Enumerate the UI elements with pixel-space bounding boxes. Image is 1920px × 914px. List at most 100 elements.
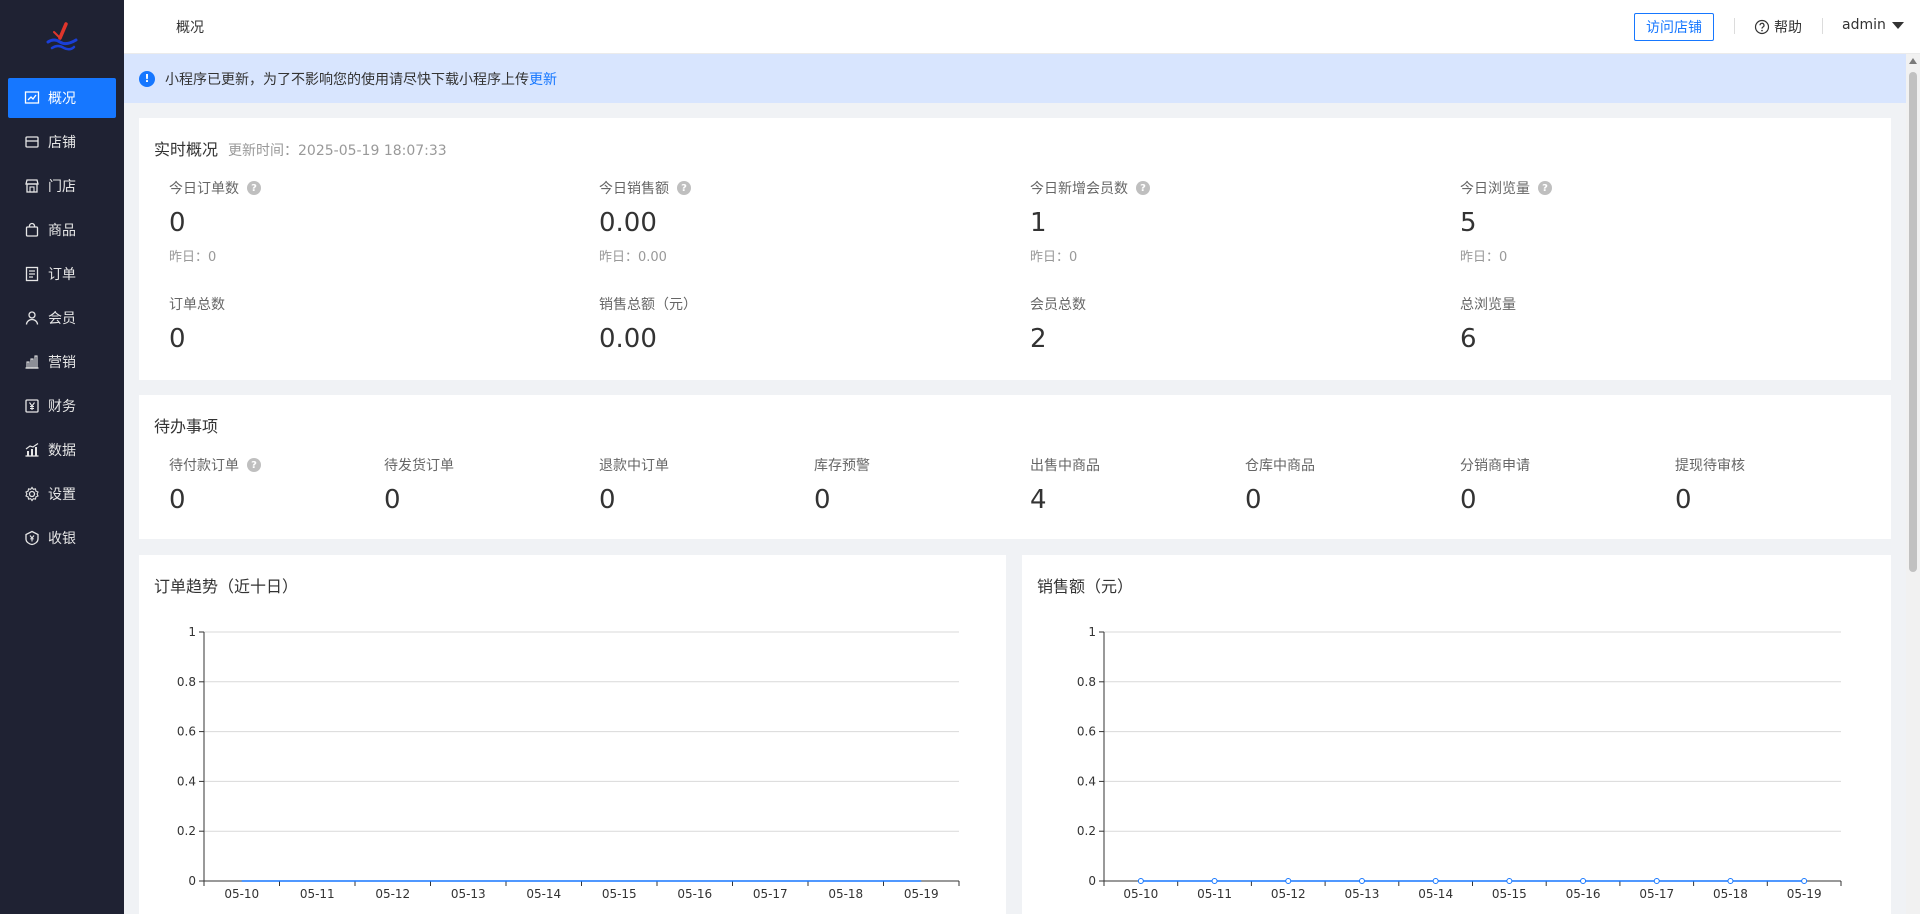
stat-label: 总浏览量 [1460, 297, 1516, 313]
y-tick-label: 0.4 [177, 774, 196, 788]
x-tick-label: 05-19 [1787, 887, 1822, 901]
sidebar-item-label: 设置 [48, 487, 76, 503]
x-tick-label: 05-18 [828, 887, 863, 901]
order-trend-chart: 0 0.2 0.4 0.6 0.8 1 05-10 05-11 05-12 05-13 05-14 0… [177, 625, 960, 901]
realtime-overview-card: 实时概况 更新时间：2025-05-19 18:07:33 今日订单数? 0 昨日… [139, 118, 1891, 380]
todo-value: 0 [384, 485, 401, 515]
user-name: admin [1842, 17, 1886, 33]
question-icon[interactable]: ? [1136, 181, 1150, 195]
sidebar-item-label: 财务 [48, 399, 76, 415]
todo-distributor-apply[interactable]: 分销商申请 0 [1460, 455, 1530, 515]
todo-in-warehouse[interactable]: 仓库中商品 0 [1245, 455, 1315, 515]
stat-value: 5 [1460, 208, 1477, 238]
sidebar-item-marketing[interactable]: 营销 [8, 342, 116, 382]
x-tick-label: 05-19 [904, 887, 939, 901]
x-tick-label: 05-10 [1123, 887, 1158, 901]
sidebar-item-shop-front[interactable]: 门店 [8, 166, 116, 206]
stat-label: 今日订单数 [169, 181, 239, 197]
todo-on-sale[interactable]: 出售中商品 4 [1030, 455, 1100, 515]
info-icon: ! [139, 70, 155, 87]
todo-label: 库存预警 [814, 458, 870, 474]
x-tick-label: 05-15 [1492, 887, 1527, 901]
todo-value: 0 [1460, 485, 1477, 515]
todo-withdraw-review[interactable]: 提现待审核 0 [1675, 455, 1745, 515]
sidebar-item-finance[interactable]: 财务 [8, 386, 116, 426]
sidebar-item-overview[interactable]: 概况 [8, 78, 116, 118]
todo-label: 分销商申请 [1460, 458, 1530, 474]
data-point [1358, 878, 1365, 884]
sidebar-item-label: 店铺 [48, 135, 76, 151]
caret-down-icon [1891, 21, 1904, 29]
sidebar-item-label: 商品 [48, 223, 76, 239]
sidebar-item-data[interactable]: 数据 [8, 430, 116, 470]
question-icon[interactable]: ? [247, 181, 261, 195]
data-point [1727, 878, 1734, 884]
brand-logo [44, 22, 80, 54]
todo-stock-warning[interactable]: 库存预警 0 [814, 455, 870, 515]
todo-pending-payment[interactable]: 待付款订单? 0 [169, 455, 261, 515]
sales-chart-card: 销售额（元） 0 0.2 0.4 0.6 0.8 1 05-10 05-11 05-12 05-1… [1022, 555, 1891, 914]
x-tick-label: 05-18 [1713, 887, 1748, 901]
stat-total-views: 总浏览量 6 [1460, 294, 1516, 354]
todo-label: 仓库中商品 [1245, 458, 1315, 474]
scroll-thumb[interactable] [1909, 72, 1917, 572]
sidebar-item-orders[interactable]: 订单 [8, 254, 116, 294]
todo-label: 退款中订单 [599, 458, 669, 474]
y-tick-label: 0 [1088, 874, 1096, 888]
x-tick-label: 05-17 [1639, 887, 1674, 901]
data-point [1653, 878, 1660, 884]
y-tick-label: 1 [1088, 625, 1096, 639]
sidebar-item-cashier[interactable]: 收银 [8, 518, 116, 558]
order-list-icon [24, 266, 40, 282]
sidebar-item-products[interactable]: 商品 [8, 210, 116, 250]
stat-value: 6 [1460, 324, 1477, 354]
question-icon[interactable]: ? [1538, 181, 1552, 195]
y-tick-label: 0 [188, 874, 196, 888]
stat-today-sales: 今日销售额? 0.00 昨日：0.00 [599, 178, 691, 265]
sales-chart: 0 0.2 0.4 0.6 0.8 1 05-10 05-11 05-12 05-13 05-14 0… [1077, 625, 1842, 901]
yuan-icon [24, 398, 40, 414]
todo-card: 待办事项 待付款订单? 0 待发货订单 0 退款中订单 0 库存预警 0 出售中… [139, 395, 1891, 539]
update-time: 更新时间：2025-05-19 18:07:33 [228, 143, 447, 159]
question-circle-icon [1754, 19, 1770, 35]
todo-value: 0 [814, 485, 831, 515]
question-icon[interactable]: ? [247, 458, 261, 472]
todo-refunding[interactable]: 退款中订单 0 [599, 455, 669, 515]
question-icon[interactable]: ? [677, 181, 691, 195]
cashier-icon [24, 530, 40, 546]
x-tick-label: 05-17 [753, 887, 788, 901]
x-tick-label: 05-14 [1418, 887, 1453, 901]
todo-pending-shipment[interactable]: 待发货订单 0 [384, 455, 454, 515]
sidebar-item-label: 收银 [48, 531, 76, 547]
sidebar-item-members[interactable]: 会员 [8, 298, 116, 338]
order-trend-card: 订单趋势（近十日） 0 0.2 0.4 0.6 0.8 1 05-10 05-11 05-12 0… [139, 555, 1006, 914]
user-menu[interactable]: admin [1842, 17, 1904, 33]
y-tick-label: 0.6 [177, 725, 196, 739]
stat-label: 今日销售额 [599, 181, 669, 197]
page-title: 概况 [176, 20, 204, 36]
stat-value: 2 [1030, 324, 1047, 354]
stat-label: 销售总额（元） [599, 297, 697, 313]
y-tick-label: 0.6 [1077, 725, 1096, 739]
scroll-up-arrow-icon[interactable] [1909, 58, 1917, 64]
stat-yesterday: 昨日：0 [1460, 250, 1508, 265]
stat-total-orders: 订单总数 0 [169, 294, 225, 354]
stat-value: 0 [169, 208, 186, 238]
stat-today-orders: 今日订单数? 0 昨日：0 [169, 178, 261, 265]
data-point [1432, 878, 1439, 884]
update-link[interactable]: 更新 [529, 69, 557, 89]
sidebar-item-label: 会员 [48, 311, 76, 327]
sidebar: 概况 店铺 门店 商品 订单 会员 营销 财务 数据 设置 收银 [0, 0, 124, 914]
y-tick-label: 0.4 [1077, 774, 1096, 788]
sidebar-item-label: 概况 [48, 91, 76, 107]
sidebar-item-settings[interactable]: 设置 [8, 474, 116, 514]
help-link[interactable]: 帮助 [1754, 17, 1802, 37]
x-tick-label: 05-16 [677, 887, 712, 901]
update-notice: ! 小程序已更新，为了不影响您的使用请尽快下载小程序上传 更新 [124, 54, 1906, 103]
sidebar-item-store[interactable]: 店铺 [8, 122, 116, 162]
sidebar-item-label: 数据 [48, 443, 76, 459]
card-title: 实时概况 更新时间：2025-05-19 18:07:33 [154, 136, 447, 160]
page-scrollbar[interactable] [1906, 54, 1920, 914]
todo-value: 4 [1030, 485, 1047, 515]
visit-store-button[interactable]: 访问店铺 [1634, 13, 1714, 41]
